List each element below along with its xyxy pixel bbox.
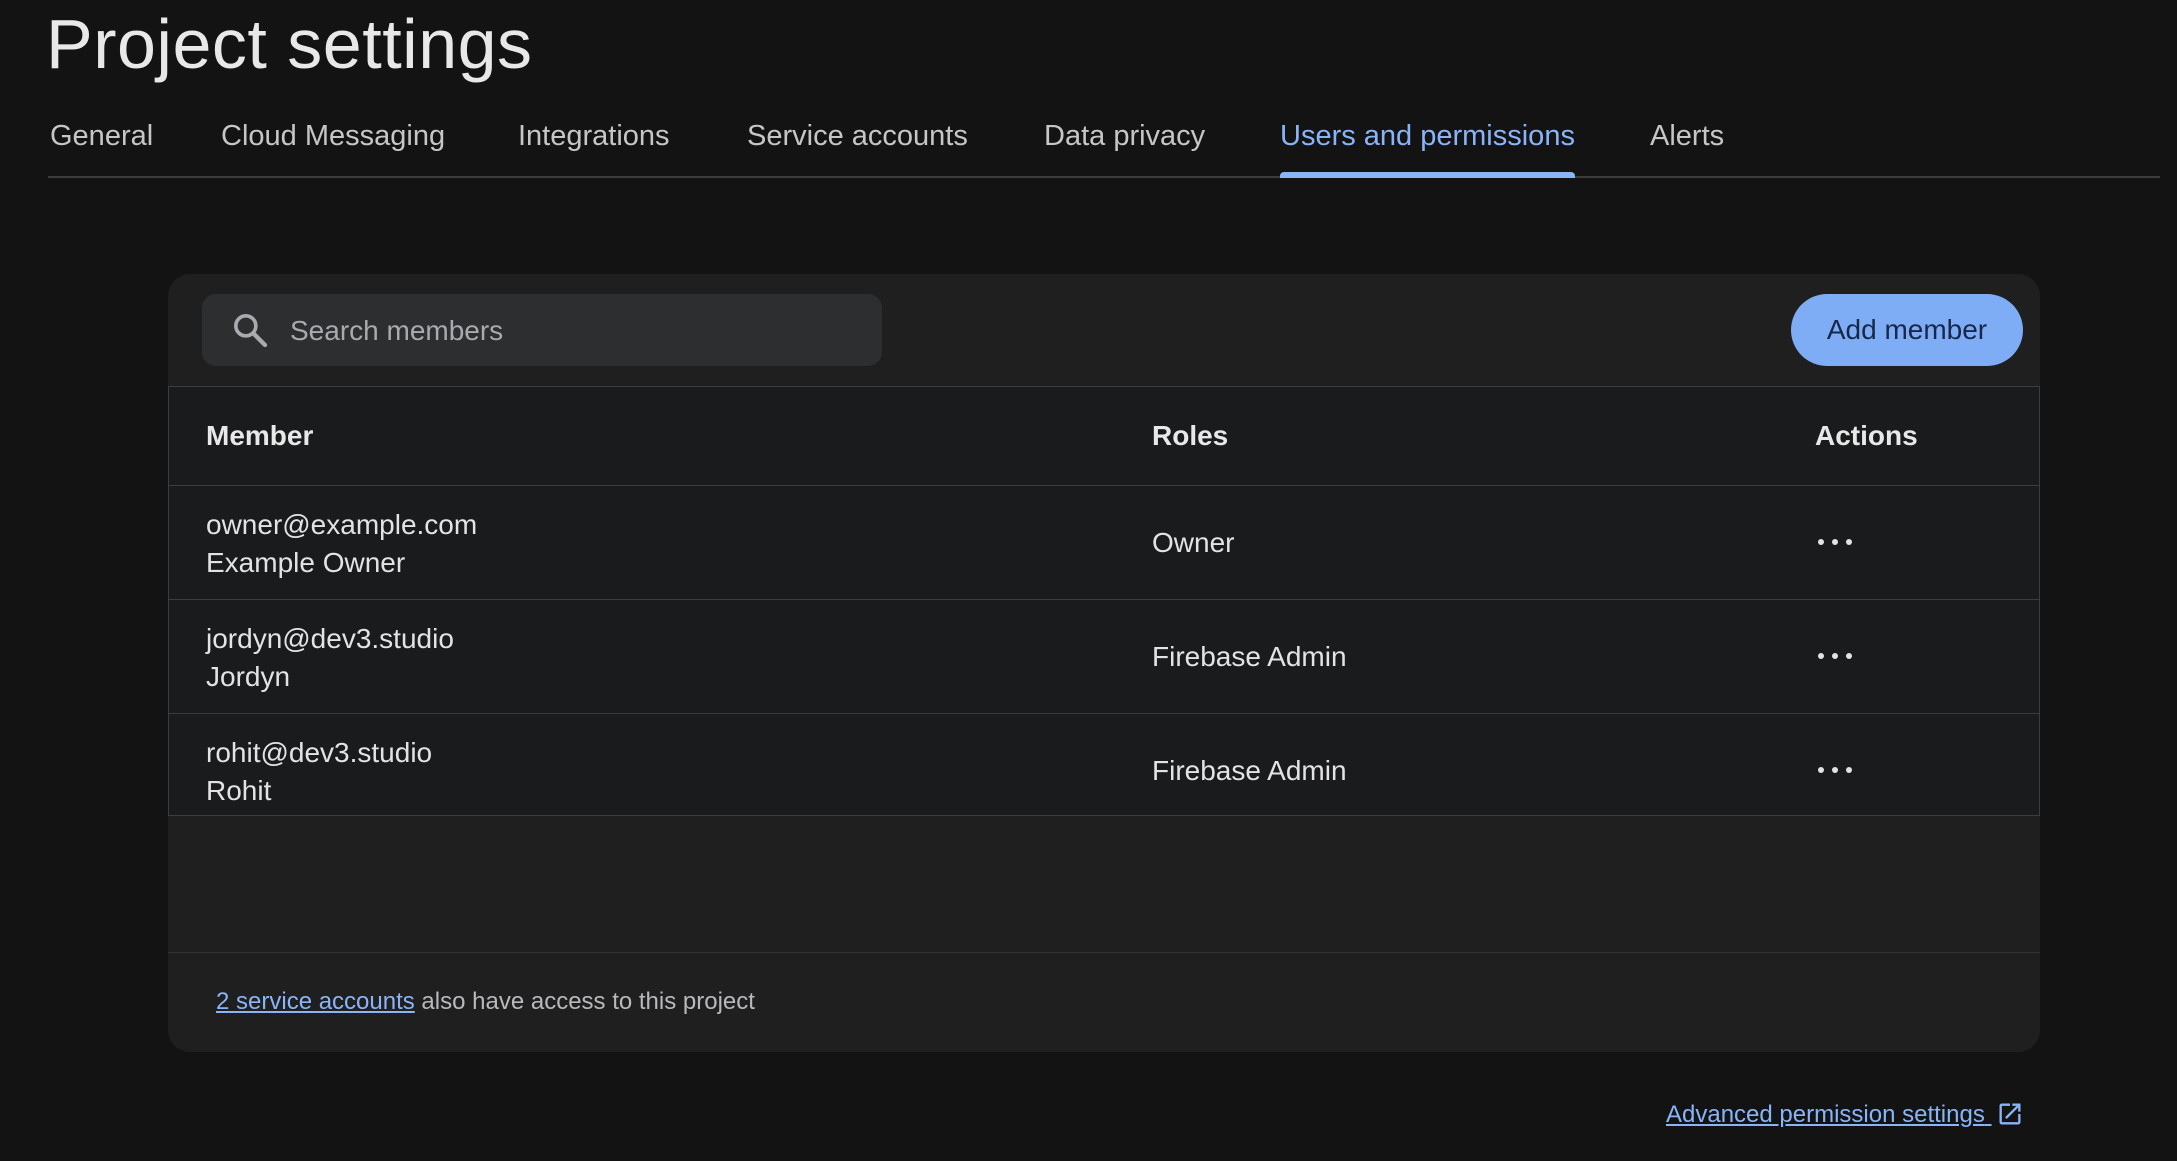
member-name: Rohit bbox=[206, 775, 272, 806]
search-input[interactable] bbox=[288, 294, 862, 368]
tab-cloud-messaging[interactable]: Cloud Messaging bbox=[221, 108, 445, 176]
external-link-icon bbox=[1999, 1103, 2021, 1125]
footer-divider bbox=[168, 952, 2040, 953]
header-actions: Actions bbox=[1815, 420, 1918, 451]
page-title: Project settings bbox=[46, 5, 533, 83]
more-horizontal-icon[interactable] bbox=[1815, 752, 1855, 788]
more-horizontal-icon[interactable] bbox=[1815, 638, 1855, 674]
member-role: Owner bbox=[1152, 527, 1235, 558]
header-member: Member bbox=[206, 420, 314, 451]
members-table: Member Roles Actions owner@example.com E… bbox=[168, 386, 2040, 816]
member-cell: owner@example.com Example Owner bbox=[206, 506, 477, 582]
settings-tabs: General Cloud Messaging Integrations Ser… bbox=[48, 108, 2160, 178]
member-email: owner@example.com bbox=[206, 509, 478, 540]
member-cell: rohit@dev3.studio Rohit bbox=[206, 734, 432, 810]
member-role: Firebase Admin bbox=[1152, 755, 1347, 786]
member-email: rohit@dev3.studio bbox=[206, 737, 433, 768]
tab-general[interactable]: General bbox=[50, 108, 153, 176]
tab-alerts[interactable]: Alerts bbox=[1650, 108, 1724, 176]
table-header-row: Member Roles Actions bbox=[169, 387, 2039, 486]
member-email: jordyn@dev3.studio bbox=[206, 623, 454, 654]
advanced-permission-settings-link[interactable]: Advanced permission settings bbox=[1666, 1098, 2024, 1132]
table-row: owner@example.com Example Owner Owner bbox=[169, 486, 2039, 600]
member-name: Jordyn bbox=[206, 661, 291, 692]
member-role: Firebase Admin bbox=[1152, 641, 1347, 672]
search-icon bbox=[234, 314, 268, 348]
table-row: jordyn@dev3.studio Jordyn Firebase Admin bbox=[169, 600, 2039, 714]
service-accounts-text: also have access to this project bbox=[414, 988, 755, 1015]
service-accounts-link[interactable]: 2 service accounts bbox=[216, 988, 415, 1015]
member-name: Example Owner bbox=[206, 547, 406, 578]
service-accounts-note: 2 service accounts also have access to t… bbox=[216, 984, 755, 1020]
header-roles: Roles bbox=[1152, 420, 1229, 451]
tab-users-and-permissions[interactable]: Users and permissions bbox=[1280, 108, 1575, 178]
advanced-permission-settings-label: Advanced permission settings bbox=[1666, 1101, 1985, 1128]
member-cell: jordyn@dev3.studio Jordyn bbox=[206, 620, 454, 696]
tab-service-accounts[interactable]: Service accounts bbox=[747, 108, 968, 176]
add-member-button[interactable]: Add member bbox=[1791, 294, 2023, 366]
search-box bbox=[202, 294, 882, 368]
table-row: rohit@dev3.studio Rohit Firebase Admin bbox=[169, 714, 2039, 827]
tab-data-privacy[interactable]: Data privacy bbox=[1044, 108, 1205, 176]
more-horizontal-icon[interactable] bbox=[1815, 524, 1855, 560]
tab-integrations[interactable]: Integrations bbox=[518, 108, 670, 176]
members-card: Add member Member Roles Actions owner@ex… bbox=[168, 274, 2040, 1052]
